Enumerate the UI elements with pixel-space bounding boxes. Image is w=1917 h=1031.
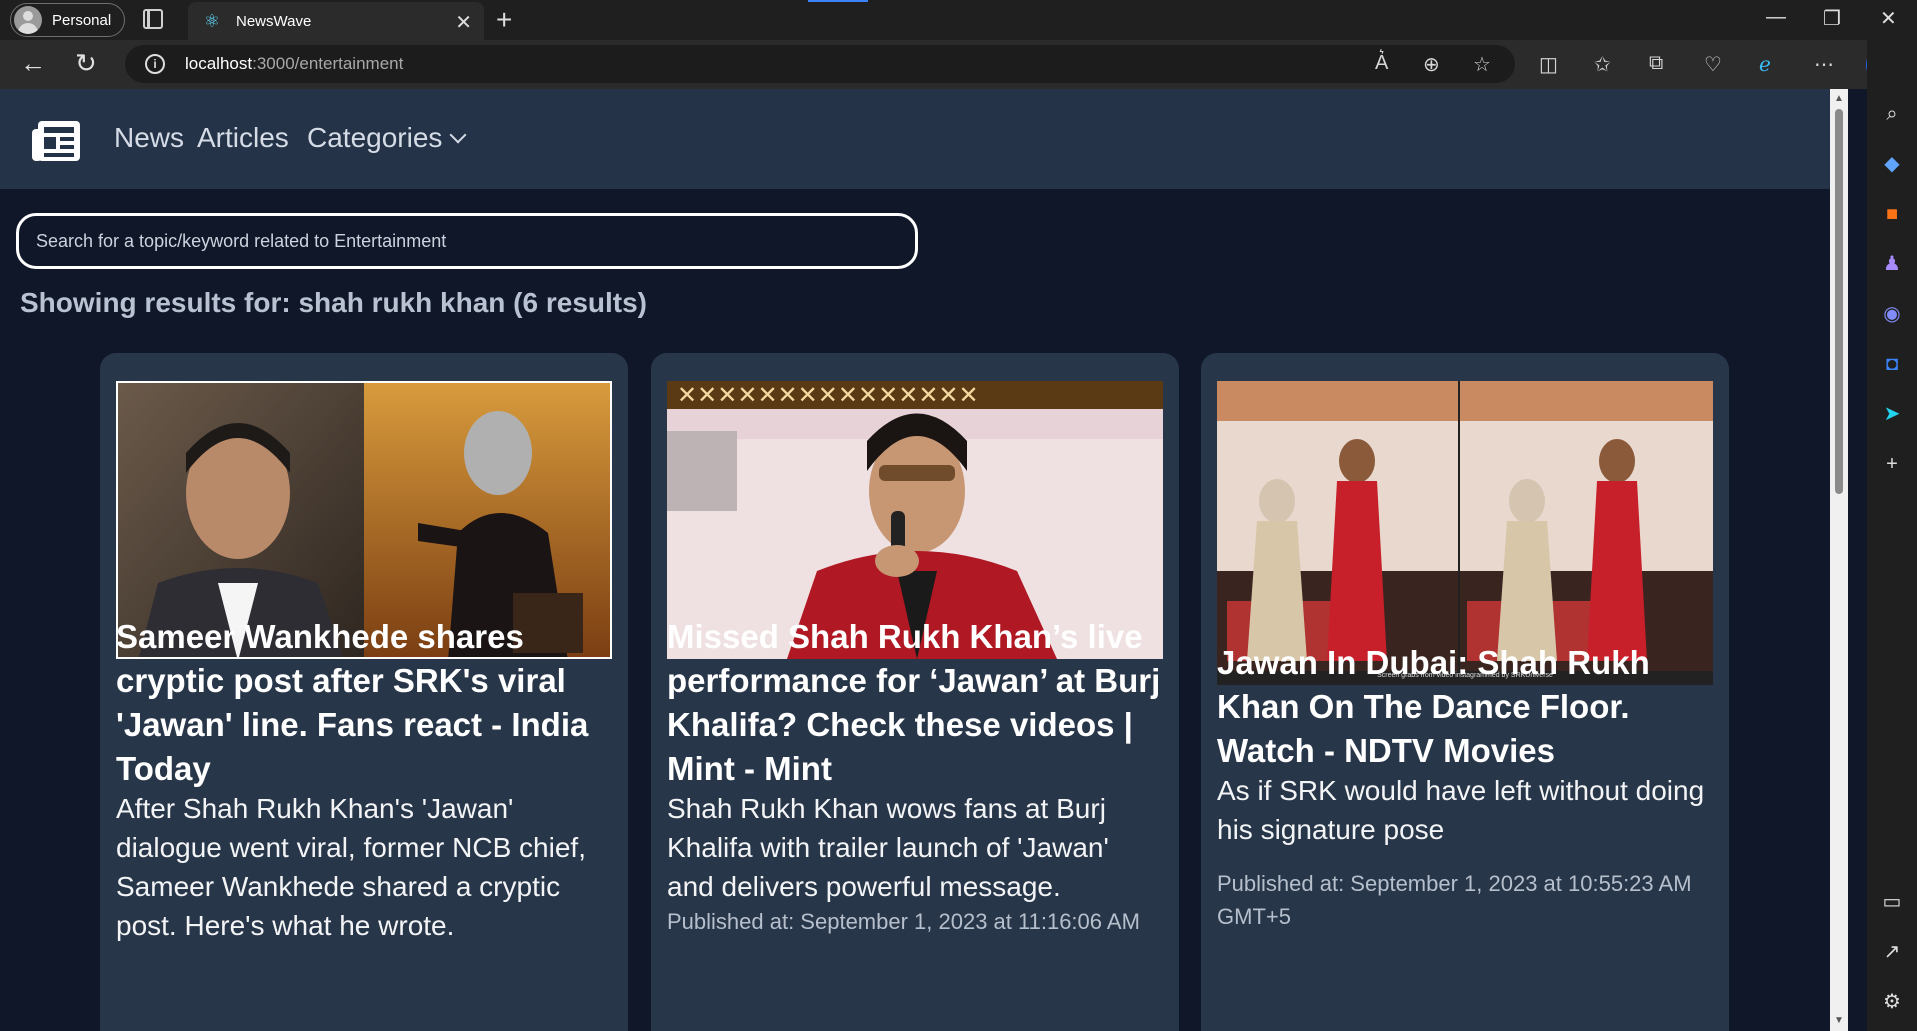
tools-icon[interactable]: ■ xyxy=(1880,202,1904,226)
tab-title: NewsWave xyxy=(236,12,312,30)
shopping-tag-icon[interactable]: ◆ xyxy=(1880,152,1904,176)
app-navbar: News Articles Categories xyxy=(0,89,1830,189)
restore-icon[interactable]: ❐ xyxy=(1823,6,1841,31)
minimize-icon[interactable]: — xyxy=(1766,6,1786,29)
nav-articles-link[interactable]: Articles xyxy=(197,122,289,154)
window-accent-line xyxy=(808,0,868,2)
newspaper-logo-icon[interactable] xyxy=(30,119,82,163)
games-icon[interactable]: ♟ xyxy=(1880,252,1904,276)
close-tab-icon[interactable]: ✕ xyxy=(455,10,472,35)
news-image[interactable]: Screen grabs from video instagrammed by … xyxy=(1217,381,1713,685)
more-options-icon[interactable]: ⋯ xyxy=(1814,52,1834,77)
collections-icon[interactable]: ⧉ xyxy=(1649,52,1663,75)
url-text: localhost:3000/entertainment xyxy=(185,54,404,73)
browser-tab[interactable]: ⚛ NewsWave ✕ xyxy=(188,2,484,40)
svg-text:✕✕✕✕✕✕✕✕✕✕✕✕✕✕✕: ✕✕✕✕✕✕✕✕✕✕✕✕✕✕✕ xyxy=(677,381,979,409)
news-description: Shah Rukh Khan wows fans at Burj Khalifa… xyxy=(667,793,1109,902)
page-scrollbar[interactable]: ▲ ▼ xyxy=(1830,89,1848,1031)
split-screen-icon[interactable]: ◫ xyxy=(1539,52,1558,77)
published-date: Published at: September 1, 2023 at 10:55… xyxy=(1217,871,1692,929)
results-heading: Showing results for: shah rukh khan (6 r… xyxy=(20,287,647,318)
url-field[interactable]: i localhost:3000/entertainment xyxy=(125,45,1515,83)
page-content: News Articles Categories Showing results… xyxy=(0,89,1830,1031)
edge-icon[interactable]: ℯ xyxy=(1759,52,1771,77)
settings-gear-icon[interactable]: ⚙ xyxy=(1880,990,1904,1014)
news-description: As if SRK would have left without doing … xyxy=(1217,775,1705,845)
back-icon[interactable]: ← xyxy=(20,48,46,79)
scroll-up-icon[interactable]: ▲ xyxy=(1834,93,1844,104)
favorite-star-icon[interactable]: ☆ xyxy=(1473,52,1491,77)
nav-categories-dropdown[interactable]: Categories xyxy=(307,122,442,154)
close-window-icon[interactable]: ✕ xyxy=(1880,6,1897,31)
scroll-down-icon[interactable]: ▼ xyxy=(1834,1015,1844,1026)
refresh-icon[interactable]: ↻ xyxy=(75,48,97,79)
address-bar: ← ↻ i localhost:3000/entertainment A͛ ⊕ … xyxy=(0,40,1917,89)
published-date: Published at: September 1, 2023 at 11:16… xyxy=(667,909,1140,934)
open-external-icon[interactable]: ↗ xyxy=(1880,940,1904,964)
info-icon[interactable]: i xyxy=(145,54,165,74)
add-icon[interactable]: + xyxy=(1880,452,1904,476)
search-input[interactable] xyxy=(16,213,918,269)
send-icon[interactable]: ➤ xyxy=(1880,402,1904,426)
scroll-thumb[interactable] xyxy=(1835,109,1843,494)
copilot-sidebar-icon[interactable]: ◉ xyxy=(1880,302,1904,326)
news-card[interactable]: Screen grabs from video instagrammed by … xyxy=(1201,353,1729,1031)
edge-sidebar: ⌕ ◆ ■ ♟ ◉ ◘ ➤ + ▭ ↗ ⚙ xyxy=(1867,40,1917,1031)
new-tab-icon[interactable]: + xyxy=(496,4,512,36)
favorites-icon[interactable]: ✩ xyxy=(1594,52,1611,77)
news-card[interactable]: Sameer Wankhede shares cryptic post afte… xyxy=(100,353,628,1031)
chevron-down-icon[interactable] xyxy=(449,126,467,144)
nav-news-link[interactable]: News xyxy=(114,122,184,154)
news-title[interactable]: Jawan In Dubai: Shah Rukh Khan On The Da… xyxy=(1217,641,1713,773)
tab-actions-icon[interactable] xyxy=(143,9,163,29)
news-title[interactable]: Missed Shah Rukh Khan’s live performance… xyxy=(667,615,1163,791)
profile-label: Personal xyxy=(52,11,112,29)
browser-essentials-icon[interactable]: ♡ xyxy=(1704,52,1722,77)
react-icon: ⚛ xyxy=(203,11,221,31)
avatar xyxy=(14,6,42,34)
browser-tab-bar: Personal ⚛ NewsWave ✕ + — ❐ ✕ xyxy=(0,0,1917,40)
profile-button[interactable]: Personal xyxy=(10,3,125,37)
news-title[interactable]: Sameer Wankhede shares cryptic post afte… xyxy=(116,615,612,791)
news-description: After Shah Rukh Khan's 'Jawan' dialogue … xyxy=(116,793,586,941)
news-card[interactable]: ✕✕✕✕✕✕✕✕✕✕✕✕✕✕✕ Missed Shah Rukh Khan’s … xyxy=(651,353,1179,1031)
read-aloud-icon[interactable]: A͛ xyxy=(1375,52,1388,75)
zoom-icon[interactable]: ⊕ xyxy=(1423,52,1440,77)
outlook-icon[interactable]: ◘ xyxy=(1880,352,1904,376)
sidebar-toggle-icon[interactable]: ▭ xyxy=(1880,890,1904,914)
search-icon[interactable]: ⌕ xyxy=(1880,102,1904,126)
